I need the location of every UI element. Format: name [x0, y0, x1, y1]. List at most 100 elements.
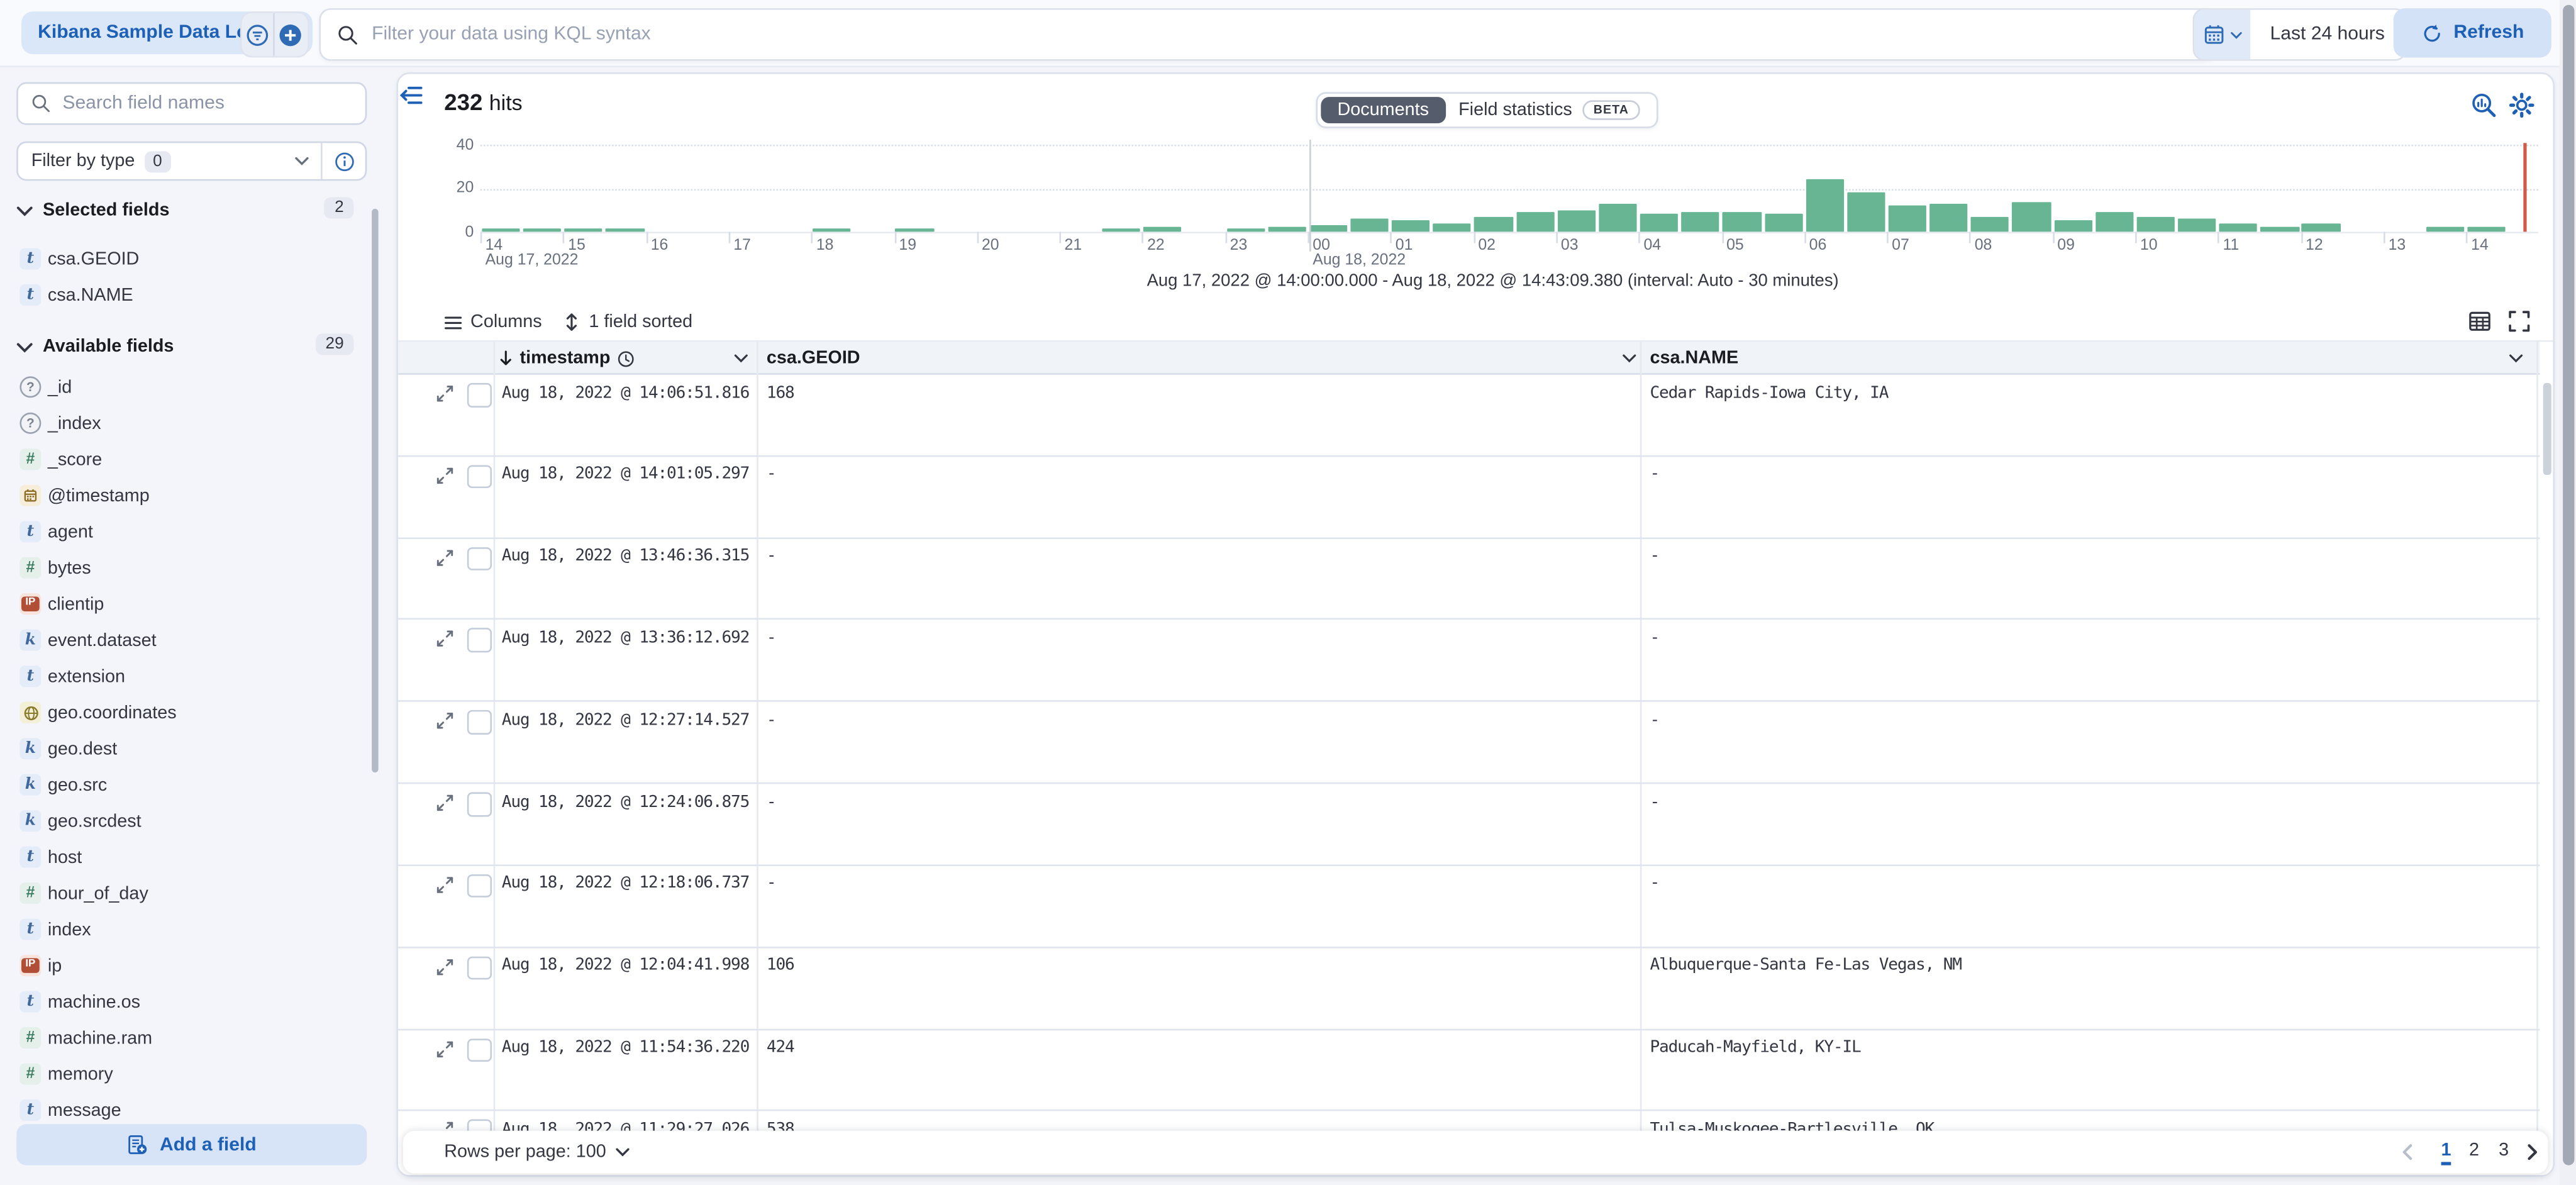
- display-options-icon[interactable]: [2467, 309, 2494, 335]
- field-item-extension[interactable]: textension: [0, 664, 372, 692]
- page-next-icon[interactable]: [2527, 1144, 2538, 1160]
- cell-csa-name[interactable]: -: [1650, 547, 1659, 565]
- field-item-_score[interactable]: #_score: [0, 447, 372, 475]
- row-checkbox[interactable]: [467, 793, 491, 816]
- cell-csa-name[interactable]: Albuquerque-Santa Fe-Las Vegas, NM: [1650, 957, 1961, 975]
- cell-csa-geoid[interactable]: -: [767, 793, 776, 811]
- field-item-_id[interactable]: ?_id: [0, 375, 372, 403]
- cell-csa-name[interactable]: -: [1650, 711, 1659, 730]
- refresh-button[interactable]: Refresh: [2394, 8, 2551, 57]
- page-scrollbar[interactable]: [2562, 5, 2573, 1166]
- cell-csa-name[interactable]: -: [1650, 465, 1659, 484]
- section-header-selected-fields[interactable]: Selected fields2: [16, 198, 367, 224]
- cell-timestamp[interactable]: Aug 18, 2022 @ 12:27:14.527: [502, 711, 749, 730]
- tab-documents[interactable]: Documents: [1321, 97, 1445, 123]
- field-item-csa.NAME[interactable]: tcsa.NAME: [0, 282, 372, 310]
- tab-field-statistics[interactable]: Field statistics BETA: [1445, 100, 1653, 121]
- cell-csa-geoid[interactable]: -: [767, 875, 776, 893]
- cell-csa-geoid[interactable]: -: [767, 711, 776, 730]
- field-item-machine.ram[interactable]: #machine.ram: [0, 1026, 372, 1054]
- field-item-geo.src[interactable]: kgeo.src: [0, 772, 372, 800]
- field-item-ip[interactable]: IPip: [0, 954, 372, 981]
- field-item-event.dataset[interactable]: kevent.dataset: [0, 628, 372, 655]
- field-filters-info-button[interactable]: [323, 150, 365, 172]
- field-item-geo.dest[interactable]: kgeo.dest: [0, 737, 372, 764]
- inspect-icon[interactable]: [2471, 92, 2497, 118]
- cell-timestamp[interactable]: Aug 18, 2022 @ 13:36:12.692: [502, 630, 749, 648]
- columns-button[interactable]: Columns: [444, 312, 541, 331]
- table-scrollbar[interactable]: [2543, 383, 2551, 475]
- field-item-csa.GEOID[interactable]: tcsa.GEOID: [0, 247, 372, 274]
- fullscreen-icon[interactable]: [2507, 309, 2533, 335]
- row-checkbox[interactable]: [467, 1120, 491, 1130]
- field-item-geo.srcdest[interactable]: kgeo.srcdest: [0, 809, 372, 837]
- expand-row-icon[interactable]: [436, 467, 454, 485]
- rows-per-page-button[interactable]: Rows per page: 100: [444, 1142, 631, 1162]
- add-filter-button[interactable]: [275, 13, 306, 56]
- section-header-available-fields[interactable]: Available fields29: [16, 333, 367, 360]
- row-checkbox[interactable]: [467, 628, 491, 652]
- cell-csa-geoid[interactable]: -: [767, 630, 776, 648]
- cell-timestamp[interactable]: Aug 18, 2022 @ 12:18:06.737: [502, 875, 749, 893]
- row-checkbox[interactable]: [467, 465, 491, 489]
- row-checkbox[interactable]: [467, 1038, 491, 1062]
- field-item-@timestamp[interactable]: @timestamp: [0, 483, 372, 511]
- cell-timestamp[interactable]: Aug 18, 2022 @ 12:24:06.875: [502, 793, 749, 811]
- expand-row-icon[interactable]: [436, 548, 454, 567]
- kql-search-input[interactable]: Filter your data using KQL syntax: [319, 8, 2217, 61]
- row-checkbox[interactable]: [467, 383, 491, 407]
- field-search-input[interactable]: Search field names: [16, 82, 367, 125]
- cell-csa-name[interactable]: Cedar Rapids-Iowa City, IA: [1650, 384, 1888, 402]
- field-item-machine.os[interactable]: tmachine.os: [0, 989, 372, 1017]
- field-item-hour_of_day[interactable]: #hour_of_day: [0, 881, 372, 909]
- field-item-bytes[interactable]: #bytes: [0, 555, 372, 583]
- gear-icon[interactable]: [2509, 92, 2535, 118]
- cell-csa-geoid[interactable]: 106: [767, 957, 794, 975]
- row-checkbox[interactable]: [467, 874, 491, 898]
- page-button-1[interactable]: 1: [2441, 1140, 2451, 1165]
- row-checkbox[interactable]: [467, 711, 491, 735]
- sort-fields-button[interactable]: 1 field sorted: [563, 312, 693, 331]
- filter-by-type-select[interactable]: Filter by type 0: [16, 142, 367, 181]
- page-button-3[interactable]: 3: [2499, 1140, 2509, 1160]
- field-item-agent[interactable]: tagent: [0, 520, 372, 547]
- page-prev-icon[interactable]: [2402, 1144, 2413, 1160]
- cell-csa-name[interactable]: -: [1650, 875, 1659, 893]
- column-header-timestamp[interactable]: timestamp: [499, 348, 635, 368]
- expand-row-icon[interactable]: [436, 712, 454, 730]
- expand-row-icon[interactable]: [436, 876, 454, 894]
- field-item-message[interactable]: tmessage: [0, 1098, 372, 1125]
- saved-query-filter-button[interactable]: [242, 13, 273, 56]
- time-range-display[interactable]: Last 24 hours: [2250, 10, 2404, 59]
- cell-csa-name[interactable]: Paducah-Mayfield, KY-IL: [1650, 1039, 1860, 1057]
- column-header-name[interactable]: csa.NAME: [1650, 348, 1738, 368]
- row-checkbox[interactable]: [467, 547, 491, 570]
- cell-timestamp[interactable]: Aug 18, 2022 @ 14:01:05.297: [502, 465, 749, 484]
- cell-timestamp[interactable]: Aug 18, 2022 @ 11:29:27.026: [502, 1121, 749, 1131]
- cell-timestamp[interactable]: Aug 18, 2022 @ 13:46:36.315: [502, 547, 749, 565]
- field-item-geo.coordinates[interactable]: geo.coordinates: [0, 700, 372, 728]
- expand-row-icon[interactable]: [436, 794, 454, 812]
- cell-timestamp[interactable]: Aug 18, 2022 @ 12:04:41.998: [502, 957, 749, 975]
- expand-row-icon[interactable]: [436, 1040, 454, 1058]
- expand-row-icon[interactable]: [436, 384, 454, 403]
- cell-timestamp[interactable]: Aug 18, 2022 @ 11:54:36.220: [502, 1039, 749, 1057]
- column-actions-chevron[interactable]: [2509, 353, 2524, 364]
- field-item-clientip[interactable]: IPclientip: [0, 592, 372, 620]
- page-button-2[interactable]: 2: [2469, 1140, 2479, 1160]
- field-item-memory[interactable]: #memory: [0, 1062, 372, 1089]
- date-picker-calendar-button[interactable]: [2194, 10, 2250, 59]
- field-item-index[interactable]: tindex: [0, 917, 372, 945]
- cell-csa-name[interactable]: Tulsa-Muskogee-Bartlesville, OK: [1650, 1121, 1934, 1131]
- cell-timestamp[interactable]: Aug 18, 2022 @ 14:06:51.816: [502, 384, 749, 402]
- cell-csa-geoid[interactable]: 168: [767, 384, 794, 402]
- expand-row-icon[interactable]: [436, 958, 454, 976]
- add-field-button[interactable]: Add a field: [16, 1124, 367, 1165]
- collapse-sidebar-button[interactable]: [398, 82, 425, 109]
- field-item-host[interactable]: thost: [0, 845, 372, 872]
- column-header-geoid[interactable]: csa.GEOID: [767, 348, 860, 368]
- cell-csa-geoid[interactable]: -: [767, 547, 776, 565]
- column-actions-chevron[interactable]: [734, 353, 749, 364]
- cell-csa-geoid[interactable]: 538: [767, 1121, 794, 1131]
- expand-row-icon[interactable]: [436, 630, 454, 648]
